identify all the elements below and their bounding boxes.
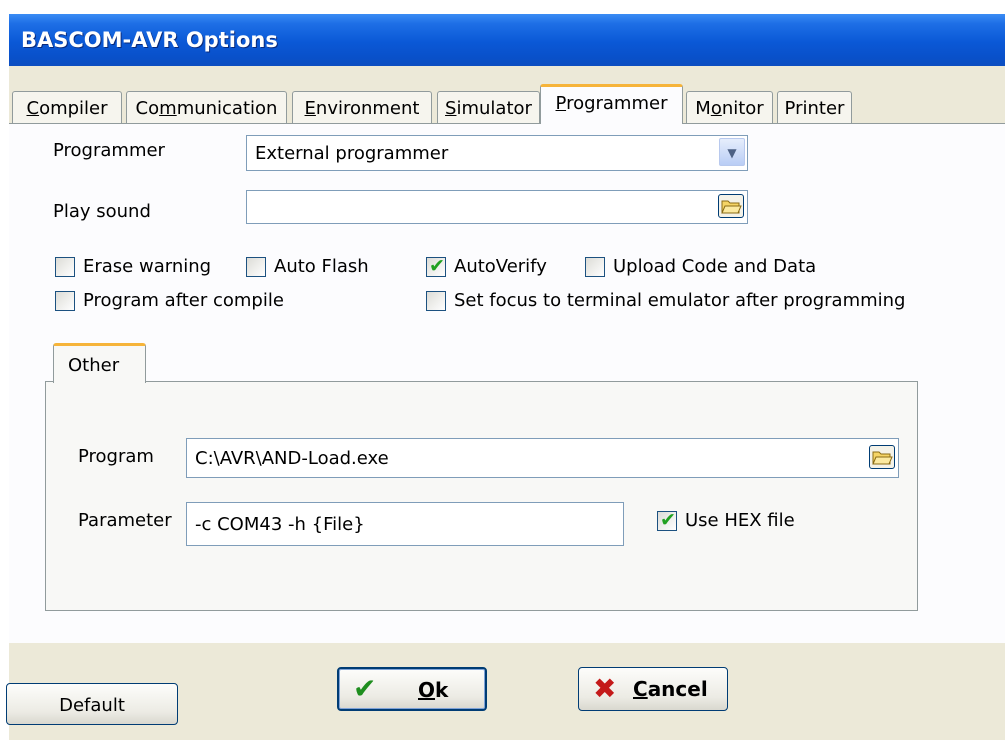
tab-label: ompiler (39, 98, 108, 119)
checkbox-box[interactable] (246, 257, 266, 277)
tab-communication[interactable]: Communication (126, 91, 287, 123)
tab-simulator[interactable]: Simulator (437, 91, 540, 123)
checkbox-box[interactable] (55, 291, 75, 311)
cancel-rest: ancel (647, 677, 708, 701)
tab-accel: S (445, 98, 457, 119)
tab-programmer[interactable]: Programmer (540, 84, 683, 124)
programmer-select[interactable]: External programmer ▼ (246, 135, 748, 171)
program-label: Program (78, 446, 154, 467)
tab-accel: o (710, 98, 722, 119)
checkbox-label: Program after compile (83, 290, 284, 311)
tab-printer[interactable]: Printer (777, 91, 852, 123)
program-path-input[interactable]: C:\AVR\AND-Load.exe (186, 438, 899, 478)
checkbox-label: AutoVerify (454, 256, 547, 277)
programmer-select-value: External programmer (255, 143, 449, 164)
cancel-accel: C (633, 677, 648, 701)
program-after-compile-checkbox[interactable]: Program after compile (55, 290, 315, 314)
default-button[interactable]: Default (6, 683, 178, 725)
checkbox-box[interactable]: ✔ (657, 509, 677, 531)
tab-label: munication (176, 98, 278, 119)
check-icon: ✔ (660, 509, 676, 531)
tab-label: imulator (456, 98, 532, 119)
other-group (45, 381, 918, 611)
checkbox-label: Use HEX file (685, 510, 795, 531)
chevron-down-icon[interactable]: ▼ (719, 138, 745, 166)
tab-label: rogrammer (566, 93, 668, 114)
checkbox-box[interactable] (426, 291, 446, 311)
tab-label: nvironment (315, 98, 420, 119)
tab-monitor[interactable]: Monitor (686, 91, 773, 123)
tab-environment[interactable]: Environment (292, 91, 432, 123)
default-button-label: Default (59, 695, 125, 716)
program-path-value: C:\AVR\AND-Load.exe (195, 448, 389, 469)
ok-button-label: Ok (418, 678, 448, 702)
tab-accel: P (555, 93, 567, 114)
checkmark-icon: ✔ (353, 672, 377, 705)
checkbox-box[interactable] (585, 257, 605, 277)
tab-label: Printer (784, 98, 845, 119)
tab-accel: E (304, 98, 316, 119)
checkbox-label: Erase warning (83, 256, 212, 277)
ok-accel: O (418, 678, 436, 702)
parameter-input[interactable]: -c COM43 -h {File} (186, 502, 624, 546)
auto-flash-checkbox[interactable]: Auto Flash (246, 256, 396, 280)
checkbox-label: Set focus to terminal emulator after pro… (454, 290, 906, 311)
ok-rest: k (435, 678, 449, 702)
x-icon: ✖ (593, 672, 617, 705)
tab-label: Co (135, 98, 160, 119)
checkbox-box[interactable] (55, 257, 75, 277)
play-sound-input[interactable] (246, 190, 748, 224)
checkbox-label: Upload Code and Data (613, 256, 817, 277)
parameter-label: Parameter (78, 510, 172, 531)
parameter-value: -c COM43 -h {File} (195, 514, 365, 535)
tab-accel: m (159, 98, 177, 119)
set-focus-terminal-checkbox[interactable]: Set focus to terminal emulator after pro… (426, 290, 916, 314)
window-title: BASCOM-AVR Options (21, 28, 278, 52)
play-sound-label: Play sound (53, 201, 151, 222)
cancel-button[interactable]: ✖ Cancel (578, 667, 728, 711)
erase-warning-checkbox[interactable]: Erase warning (55, 256, 245, 280)
checkbox-label: Auto Flash (274, 256, 369, 277)
options-dialog: BASCOM-AVR Options Compiler Communicatio… (9, 14, 1005, 740)
checkbox-box[interactable]: ✔ (426, 255, 446, 277)
tab-label: nitor (721, 98, 764, 119)
open-folder-icon[interactable] (869, 445, 895, 469)
use-hex-file-checkbox[interactable]: ✔ Use HEX file (657, 509, 827, 534)
title-bar[interactable]: BASCOM-AVR Options (9, 14, 1005, 66)
tab-other[interactable]: Other (53, 343, 146, 383)
auto-verify-checkbox[interactable]: ✔ AutoVerify (426, 255, 571, 280)
tab-label: M (695, 98, 711, 119)
check-icon: ✔ (429, 255, 445, 277)
programmer-label: Programmer (53, 140, 165, 161)
open-folder-icon[interactable] (718, 194, 744, 218)
upload-code-data-checkbox[interactable]: Upload Code and Data (585, 256, 845, 280)
ok-button[interactable]: ✔ Ok (337, 667, 487, 711)
cancel-button-label: Cancel (633, 677, 708, 701)
tab-compiler[interactable]: Compiler (12, 91, 122, 123)
tab-accel: C (26, 98, 40, 119)
tab-strip: Compiler Communication Environment Simul… (9, 66, 1005, 124)
